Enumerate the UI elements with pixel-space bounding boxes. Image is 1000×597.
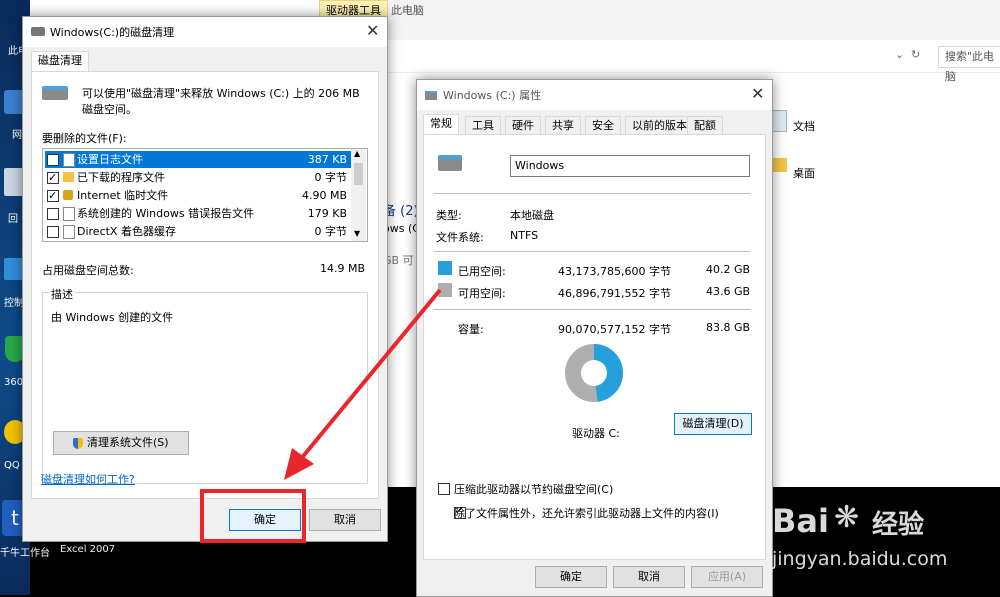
arrow-head: [284, 448, 314, 480]
watermark: Bai ❋ 经验 jingyan.baidu.com: [772, 486, 1000, 595]
watermark-url: jingyan.baidu.com: [772, 548, 948, 570]
watermark-brand2: 经验: [872, 510, 925, 540]
watermark-brand: Bai: [772, 502, 829, 540]
paw-icon: ❋: [834, 500, 860, 535]
arrow-shaft: [298, 288, 442, 462]
